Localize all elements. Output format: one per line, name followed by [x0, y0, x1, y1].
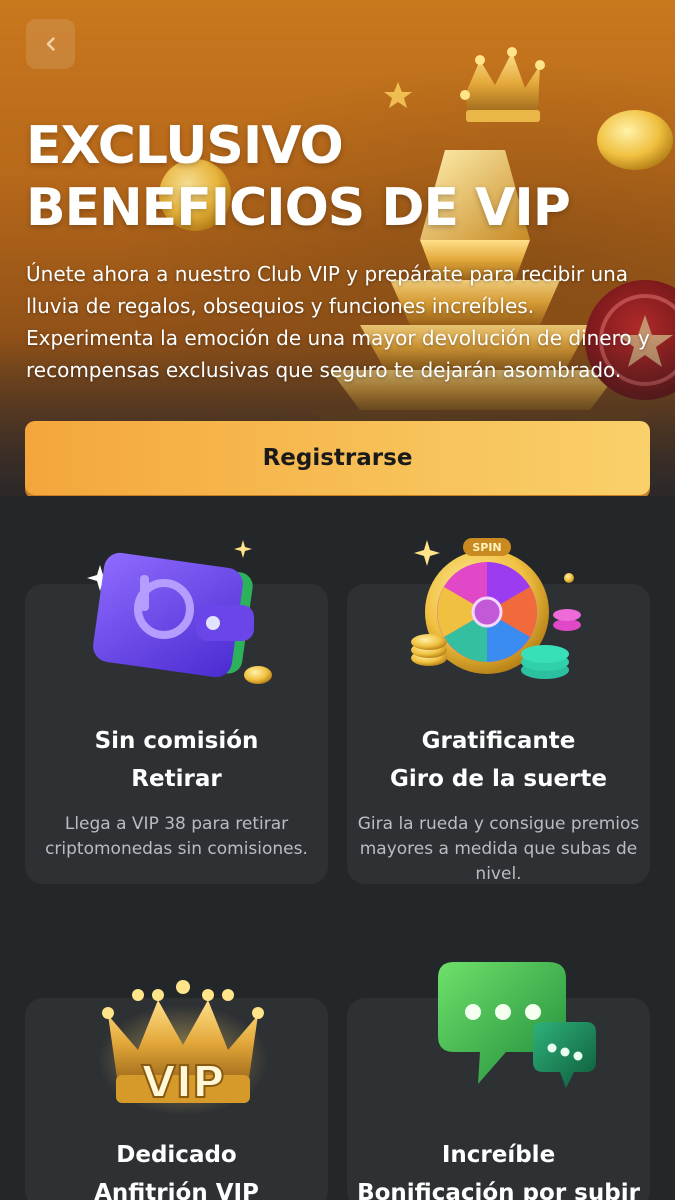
vip-label: VIP: [142, 1057, 225, 1108]
back-button[interactable]: [26, 19, 75, 69]
register-button[interactable]: Registrarse: [25, 421, 650, 495]
card-description: Gira la rueda y consigue premios mayores…: [357, 814, 640, 884]
vip-crown-icon: VIP: [98, 980, 268, 1115]
card-title-line-2: Retirar: [131, 766, 222, 792]
card-title: Gratificante Giro de la suerte: [347, 722, 650, 798]
spin-label: SPIN: [472, 541, 501, 554]
card-title-line-1: Increíble: [441, 1142, 556, 1168]
card-title-line-1: Sin comisión: [94, 728, 259, 754]
spin-wheel-icon: SPIN: [411, 538, 581, 679]
card-title-line-1: Dedicado: [116, 1142, 237, 1168]
page-title: EXCLUSIVO BENEFICIOS DE VIP: [26, 115, 646, 239]
card-description: Llega a VIP 38 para retirar criptomoneda…: [45, 814, 308, 859]
wallet-icon: [87, 540, 272, 684]
card-title-line-1: Gratificante: [421, 728, 576, 754]
card-title-line-2: Giro de la suerte: [390, 766, 607, 792]
title-line-2: BENEFICIOS DE VIP: [26, 178, 571, 238]
hero-description: Únete ahora a nuestro Club VIP y prepára…: [26, 262, 650, 382]
card-title-line-2: Anfitrión VIP: [94, 1180, 259, 1200]
card-title: Sin comisión Retirar: [25, 722, 328, 798]
chevron-left-icon: [46, 37, 55, 51]
chat-bubbles-icon: [438, 962, 596, 1088]
hero-banner: EXCLUSIVO BENEFICIOS DE VIP Únete ahora …: [0, 0, 675, 496]
card-title: Dedicado Anfitrión VIP: [25, 1136, 328, 1200]
card-title-line-2: Bonificación por subir de: [357, 1180, 640, 1200]
title-line-1: EXCLUSIVO: [26, 116, 344, 176]
card-title: Increíble Bonificación por subir de: [347, 1136, 650, 1200]
